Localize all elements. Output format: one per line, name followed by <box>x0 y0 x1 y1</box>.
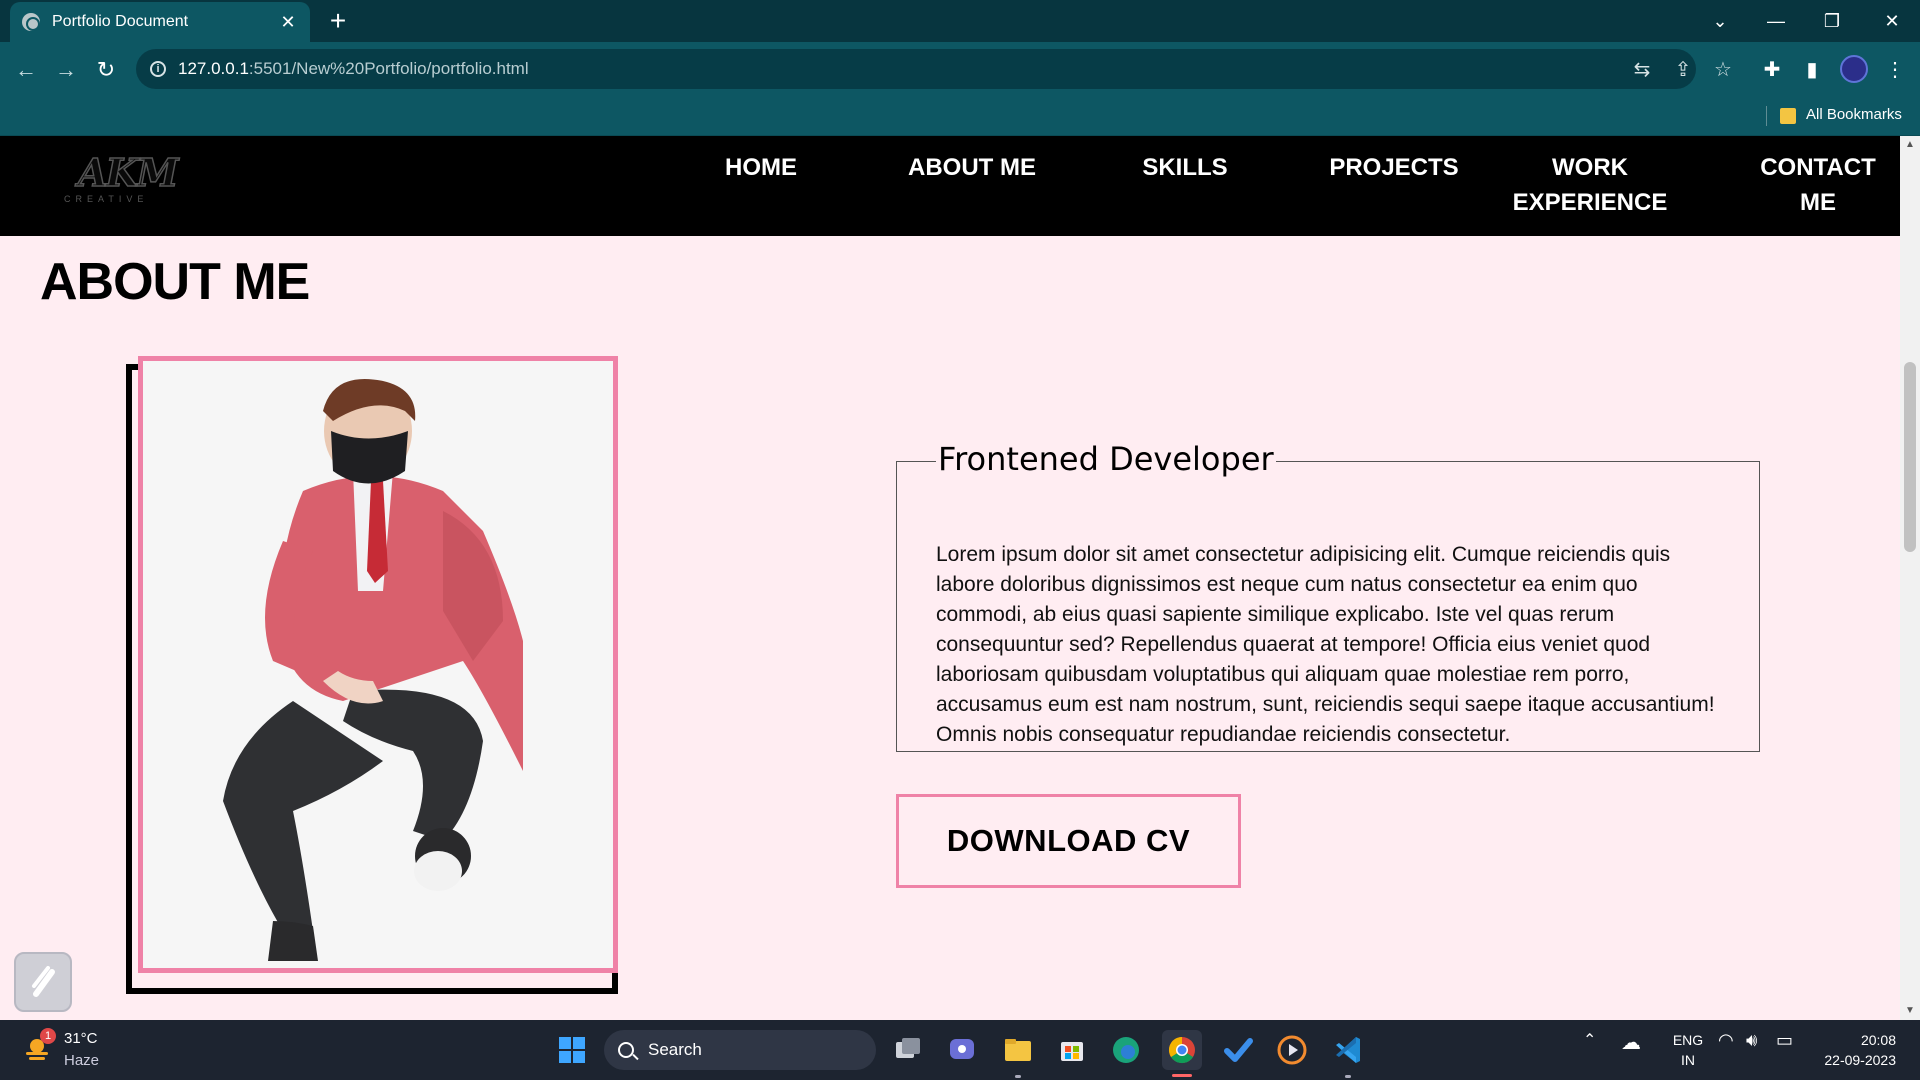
new-tab-button[interactable]: + <box>324 6 352 36</box>
restore-button[interactable]: ❐ <box>1812 6 1852 36</box>
volume-icon[interactable]: 🔊︎ <box>1746 1030 1757 1051</box>
globe-icon <box>22 13 40 31</box>
show-hidden-icons-chevron-icon[interactable]: ⌃ <box>1583 1030 1596 1050</box>
folder-icon <box>1780 108 1796 124</box>
microsoft-store-icon[interactable] <box>1052 1030 1092 1070</box>
side-panel-icon[interactable]: ▮ <box>1797 52 1827 88</box>
scroll-thumb[interactable] <box>1904 362 1916 552</box>
site-navbar: AKM CREATIVE HOME ABOUT ME SKILLS PROJEC… <box>0 136 1900 236</box>
url-path: :5501/New%20Portfolio/portfolio.html <box>248 59 529 78</box>
browser-toolbar: ← → ↻ i 127.0.0.1:5501/New%20Portfolio/p… <box>0 42 1920 96</box>
role-title: Frontened Developer <box>936 440 1276 478</box>
close-tab-icon[interactable]: ✕ <box>278 12 298 33</box>
search-label: Search <box>648 1040 702 1059</box>
nav-skills[interactable]: SKILLS <box>1130 150 1240 185</box>
edge-browser-icon[interactable] <box>1106 1030 1146 1070</box>
tab-strip: Portfolio Document ✕ + ⌄ — ❐ ✕ <box>0 0 1920 42</box>
nav-projects[interactable]: PROJECTS <box>1316 150 1472 185</box>
windows-start-icon[interactable] <box>552 1030 592 1070</box>
taskbar-search[interactable]: Search <box>604 1030 876 1070</box>
reload-icon[interactable]: ↻ <box>88 52 124 88</box>
bookmark-star-icon[interactable]: ☆ <box>1708 52 1738 88</box>
teams-chat-icon[interactable] <box>942 1030 982 1070</box>
share-icon[interactable]: ⇪ <box>1668 52 1698 88</box>
clock-time: 20:08 <box>1860 1032 1896 1048</box>
url-host: 127.0.0.1 <box>178 59 249 78</box>
nav-work-experience[interactable]: WORK EXPERIENCE <box>1506 150 1674 220</box>
about-paragraph: Lorem ipsum dolor sit amet consectetur a… <box>936 543 1715 746</box>
chrome-active-indicator <box>1172 1074 1192 1077</box>
scroll-down-icon[interactable]: ▼ <box>1900 1002 1920 1020</box>
task-view-icon[interactable] <box>888 1030 928 1070</box>
search-icon <box>618 1042 634 1058</box>
language-secondary: IN <box>1681 1052 1695 1068</box>
todo-check-icon[interactable] <box>1218 1030 1258 1070</box>
floating-widget-icon[interactable] <box>14 952 72 1012</box>
media-player-icon[interactable] <box>1272 1030 1312 1070</box>
profile-avatar[interactable] <box>1840 55 1868 83</box>
nav-about-me[interactable]: ABOUT ME <box>902 150 1042 185</box>
menu-icon[interactable]: ⋮ <box>1880 52 1910 88</box>
tab-title: Portfolio Document <box>52 13 189 30</box>
site-info-icon[interactable]: i <box>150 61 166 77</box>
browser-tab[interactable]: Portfolio Document ✕ <box>10 2 310 42</box>
nav-contact-me[interactable]: CONTACT ME <box>1748 150 1888 220</box>
page-scrollbar[interactable]: ▲ ▼ <box>1900 136 1920 1020</box>
site-logo[interactable]: AKM CREATIVE <box>62 149 179 210</box>
clock-date: 22-09-2023 <box>1824 1052 1896 1068</box>
section-title: ABOUT ME <box>40 253 310 311</box>
vscode-icon[interactable] <box>1328 1030 1368 1070</box>
weather-temperature[interactable]: 31°C <box>64 1030 98 1047</box>
extensions-icon[interactable]: ✚ <box>1757 52 1787 88</box>
scroll-up-icon[interactable]: ▲ <box>1900 136 1920 154</box>
system-clock[interactable]: 20:08 22-09-2023 <box>1816 1030 1896 1070</box>
logo-mark: AKM <box>77 149 179 196</box>
file-explorer-indicator <box>1015 1075 1021 1078</box>
tab-search-icon[interactable]: ⌄ <box>1700 6 1740 36</box>
language-primary: ENG <box>1672 1032 1704 1048</box>
weather-condition[interactable]: Haze <box>64 1052 99 1069</box>
all-bookmarks-link[interactable]: All Bookmarks <box>1806 106 1902 123</box>
wifi-icon[interactable]: ◠ <box>1718 1030 1734 1051</box>
portfolio-page: AKM CREATIVE HOME ABOUT ME SKILLS PROJEC… <box>0 136 1900 1020</box>
bookmarks-divider <box>1766 106 1767 126</box>
address-bar[interactable]: i 127.0.0.1:5501/New%20Portfolio/portfol… <box>136 49 1696 89</box>
chrome-browser-icon[interactable] <box>1162 1030 1202 1070</box>
weather-badge: 1 <box>40 1028 56 1044</box>
language-indicator[interactable]: ENG IN <box>1668 1030 1708 1070</box>
back-icon[interactable]: ← <box>8 52 44 88</box>
onedrive-cloud-icon[interactable]: ☁ <box>1621 1030 1641 1055</box>
windows-taskbar: 1 31°C Haze Search ⌃ ☁ ENG IN ◠ 🔊︎ ▭ 20:… <box>0 1020 1920 1080</box>
file-explorer-icon[interactable] <box>998 1030 1038 1070</box>
nav-home[interactable]: HOME <box>706 150 816 185</box>
download-cv-button[interactable]: DOWNLOAD CV <box>896 794 1241 888</box>
vscode-indicator <box>1345 1075 1351 1078</box>
battery-icon[interactable]: ▭ <box>1776 1030 1793 1051</box>
minimize-button[interactable]: — <box>1756 6 1796 36</box>
logo-subtitle: CREATIVE <box>64 194 149 204</box>
bookmarks-bar: All Bookmarks <box>0 96 1920 136</box>
profile-photo <box>138 356 618 973</box>
close-window-button[interactable]: ✕ <box>1872 6 1912 36</box>
translate-icon[interactable]: ⇆ <box>1627 52 1657 88</box>
avatar-illustration <box>143 361 613 968</box>
forward-icon[interactable]: → <box>48 52 84 88</box>
